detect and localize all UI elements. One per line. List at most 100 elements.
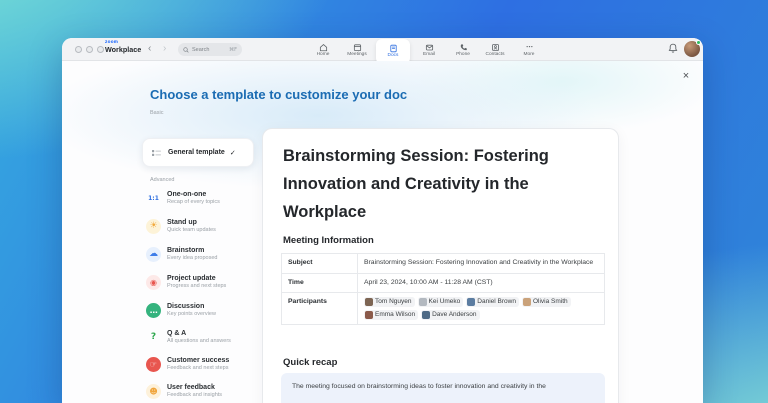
tab-email[interactable]: Email <box>412 40 446 60</box>
one-on-one-icon: 1:1 <box>146 191 161 206</box>
participant-avatar <box>467 298 475 306</box>
meeting-information-heading: Meeting Information <box>283 235 374 246</box>
desktop-background: zoom Workplace ‹ › Search ⌘F Home <box>0 0 768 403</box>
sidebar-item-title: User feedback <box>167 384 222 391</box>
docs-icon <box>389 44 398 53</box>
participant-name: Emma Wilson <box>375 311 415 319</box>
search-shortcut: ⌘F <box>229 47 237 53</box>
tab-email-label: Email <box>423 53 435 58</box>
search-input[interactable]: Search ⌘F <box>178 43 242 56</box>
user-avatar[interactable] <box>684 41 700 57</box>
doc-title: Brainstorming Session: Fostering Innovat… <box>283 142 595 226</box>
page-title: Choose a template to customize your doc <box>150 87 407 102</box>
participant-name: Tom Nguyen <box>375 298 412 306</box>
row-label: Subject <box>282 254 358 274</box>
zoom-workplace-logo: zoom Workplace <box>105 40 141 53</box>
sidebar-item-qa[interactable]: ? Q & A All questions and answers <box>146 324 264 350</box>
sidebar-item-brainstorm[interactable]: ☁ Brainstorm Every idea proposed <box>146 241 264 267</box>
row-label: Time <box>282 273 358 293</box>
sidebar-item-title: Stand up <box>167 219 216 226</box>
section-label-basic: Basic <box>150 110 163 116</box>
sidebar-item-desc: Progress and next steps <box>167 284 226 290</box>
tab-phone-label: Phone <box>456 53 470 58</box>
search-icon <box>183 47 189 53</box>
phone-icon <box>459 43 468 52</box>
email-icon <box>425 43 434 52</box>
tab-home[interactable]: Home <box>306 40 340 60</box>
bell-icon <box>668 43 678 54</box>
table-row-time: Time April 23, 2024, 10:00 AM - 11:28 AM… <box>282 273 605 293</box>
sidebar-item-title: Discussion <box>167 303 216 310</box>
tab-phone[interactable]: Phone <box>446 40 480 60</box>
sidebar-item-desc: Feedback and insights <box>167 393 222 399</box>
participant-avatar <box>365 311 373 319</box>
window-zoom-button[interactable] <box>97 46 104 53</box>
tab-more[interactable]: More <box>512 40 546 60</box>
sidebar-item-user-feedback[interactable]: ☻ User feedback Feedback and insights <box>146 378 264 403</box>
participant-chip[interactable]: Dave Anderson <box>421 310 479 320</box>
window-close-button[interactable] <box>75 46 82 53</box>
notifications-button[interactable] <box>668 43 678 54</box>
customer-success-hand-icon: ☞ <box>146 357 161 372</box>
participant-chip[interactable]: Olivia Smith <box>522 297 571 307</box>
sidebar-item-desc: Recap of every topics <box>167 200 220 206</box>
brainstorm-cloud-icon: ☁ <box>146 247 161 262</box>
template-grid-icon <box>151 148 162 158</box>
sidebar-item-title: Brainstorm <box>167 247 217 254</box>
discussion-bubble-icon: … <box>146 303 161 318</box>
sidebar-item-general-template[interactable]: General template ✓ <box>142 138 254 167</box>
logo-workplace-text: Workplace <box>105 46 141 53</box>
row-label: Participants <box>282 293 358 325</box>
row-value: April 23, 2024, 10:00 AM - 11:28 AM (CST… <box>358 273 605 293</box>
participant-chip[interactable]: Emma Wilson <box>364 310 418 320</box>
participant-chip[interactable]: Kei Umeko <box>418 297 464 307</box>
sidebar-item-one-on-one[interactable]: 1:1 One-on-oneRecap of every topics <box>146 185 264 211</box>
close-icon[interactable]: × <box>680 70 692 82</box>
qa-question-icon: ? <box>146 330 161 345</box>
table-row-participants: Participants Tom Nguyen Kei Umeko Daniel… <box>282 293 605 325</box>
window-minimize-button[interactable] <box>86 46 93 53</box>
table-row-subject: Subject Brainstorming Session: Fostering… <box>282 254 605 274</box>
quick-recap-heading: Quick recap <box>283 357 337 368</box>
participants-list: Tom Nguyen Kei Umeko Daniel Brown Olivia… <box>364 297 598 320</box>
user-feedback-person-icon: ☻ <box>146 384 161 399</box>
meetings-icon <box>353 43 362 52</box>
home-icon <box>319 43 328 52</box>
participant-chip[interactable]: Daniel Brown <box>466 297 519 307</box>
sidebar-item-customer-success[interactable]: ☞ Customer successFeedback and next step… <box>146 351 264 377</box>
check-icon: ✓ <box>230 149 236 157</box>
forward-button[interactable]: › <box>163 41 166 57</box>
sidebar-item-project-update[interactable]: ◉ Project updateProgress and next steps <box>146 269 264 295</box>
row-value: Tom Nguyen Kei Umeko Daniel Brown Olivia… <box>358 293 605 325</box>
logo-zoom-text: zoom <box>105 40 141 45</box>
sidebar-item-desc: Feedback and next steps <box>167 366 229 372</box>
participant-avatar <box>419 298 427 306</box>
project-update-target-icon: ◉ <box>146 275 161 290</box>
tab-contacts-label: Contacts <box>486 53 505 58</box>
quick-recap-box: The meeting focused on brainstorming ide… <box>281 373 605 403</box>
quick-recap-text: The meeting focused on brainstorming ide… <box>292 382 594 393</box>
back-button[interactable]: ‹ <box>148 41 151 57</box>
window-controls <box>75 46 104 53</box>
participant-avatar <box>523 298 531 306</box>
sidebar-item-desc: Every idea proposed <box>167 256 217 262</box>
zoom-workplace-window: zoom Workplace ‹ › Search ⌘F Home <box>62 38 703 403</box>
online-status-dot <box>696 40 701 45</box>
search-placeholder: Search <box>192 47 229 53</box>
tab-docs-label: Docs <box>388 54 399 59</box>
sidebar-item-title: Q & A <box>167 330 231 337</box>
participant-name: Kei Umeko <box>429 298 461 306</box>
meeting-info-table: Subject Brainstorming Session: Fostering… <box>281 253 605 325</box>
tab-contacts[interactable]: Contacts <box>478 40 512 60</box>
participant-chip[interactable]: Tom Nguyen <box>364 297 415 307</box>
sidebar-item-discussion[interactable]: … Discussion Key points overview <box>146 297 264 323</box>
tab-meetings[interactable]: Meetings <box>340 40 374 60</box>
sidebar-item-desc: Quick team updates <box>167 228 216 234</box>
sidebar-item-desc: All questions and answers <box>167 339 231 345</box>
doc-preview-card: Brainstorming Session: Fostering Innovat… <box>262 128 619 403</box>
participant-avatar <box>365 298 373 306</box>
sidebar-item-stand-up[interactable]: ☀ Stand upQuick team updates <box>146 213 264 239</box>
section-label-advanced: Advanced <box>150 177 174 183</box>
sidebar-item-desc: Key points overview <box>167 312 216 318</box>
tab-meetings-label: Meetings <box>347 53 366 58</box>
